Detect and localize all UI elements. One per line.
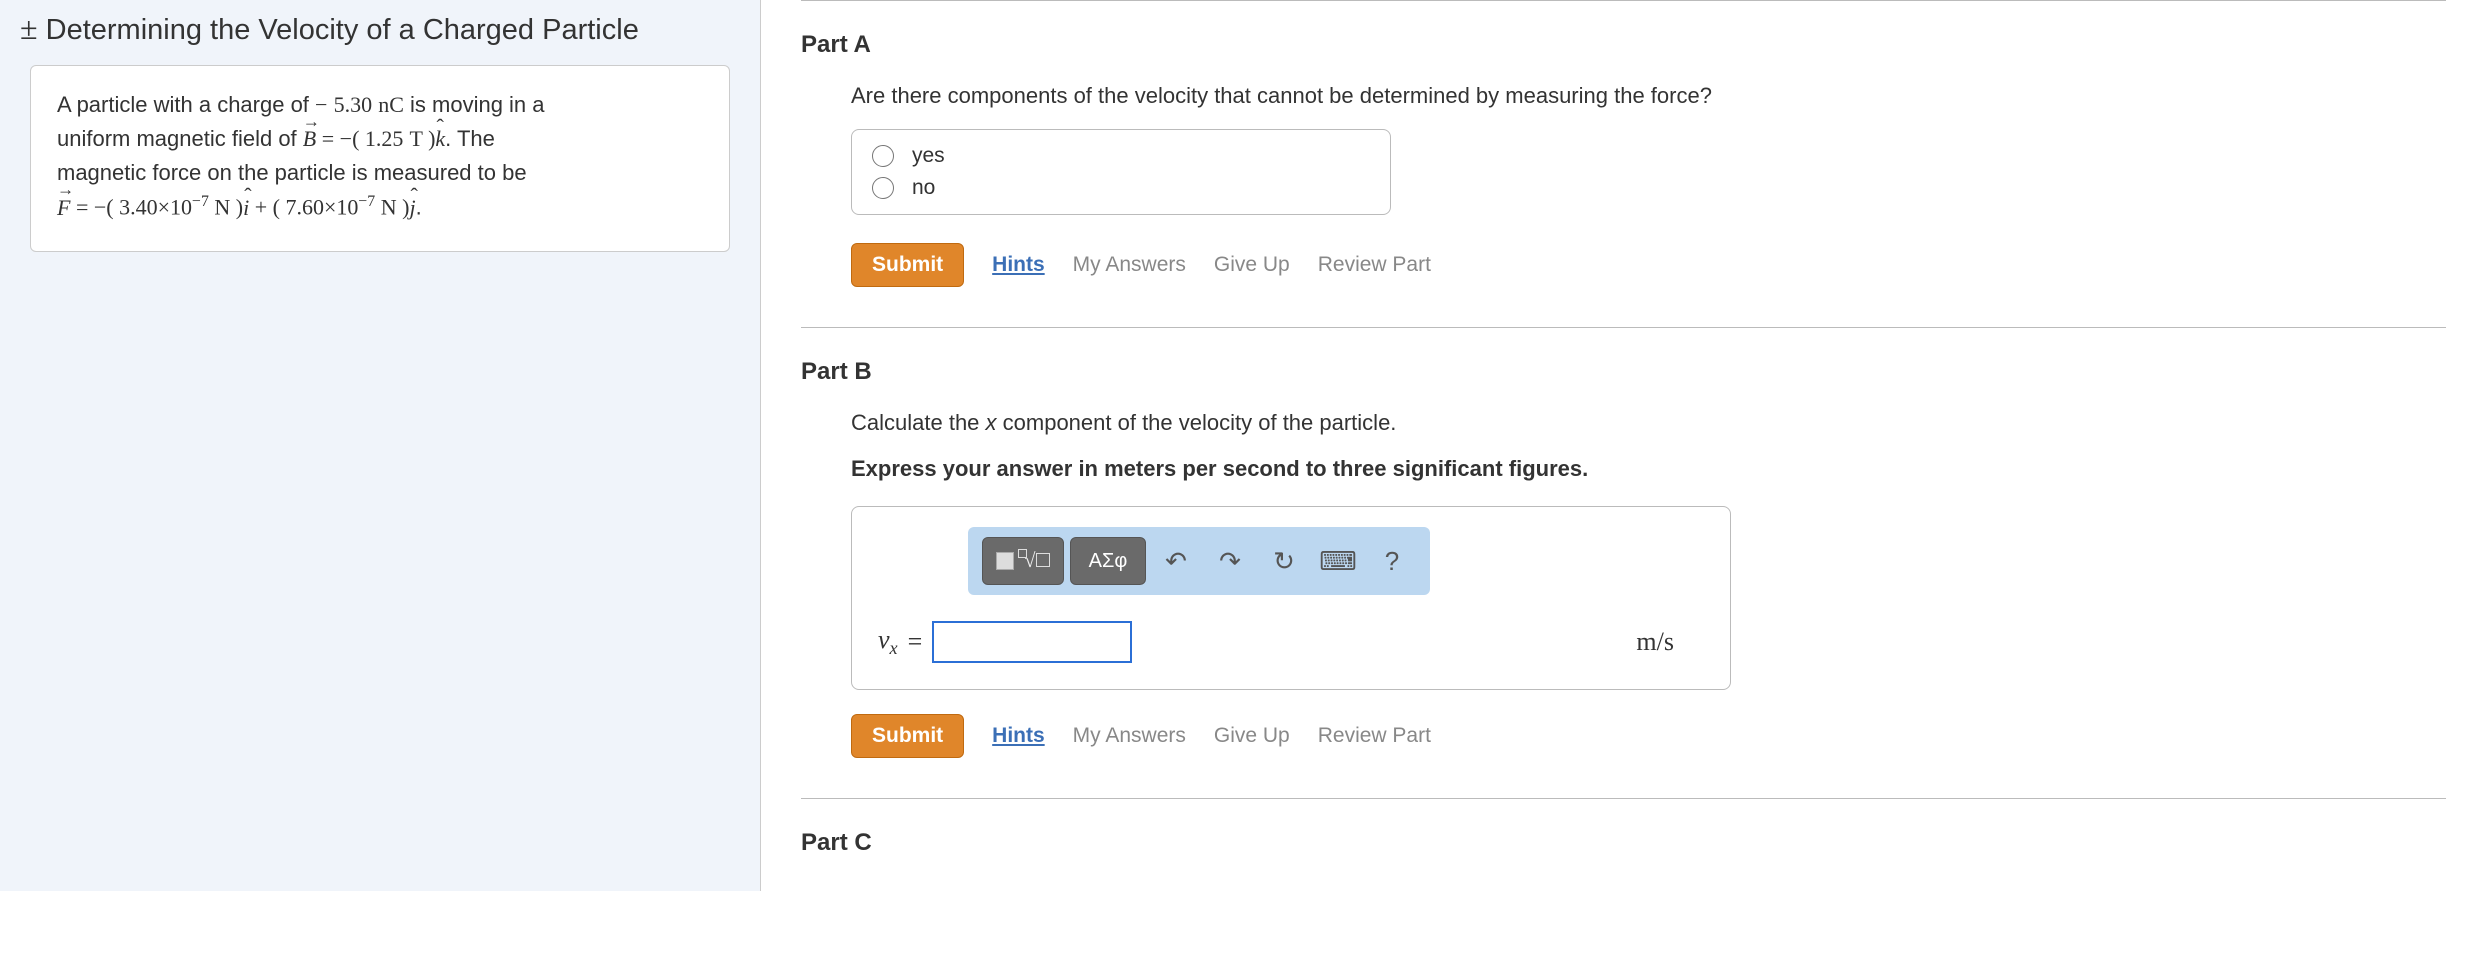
radio-yes[interactable] xyxy=(872,145,894,167)
equation-row: vx = m/s xyxy=(878,621,1704,663)
template-icon xyxy=(996,552,1014,570)
my-answers-link[interactable]: My Answers xyxy=(1073,724,1186,748)
choice-no[interactable]: no xyxy=(872,172,1370,204)
variable-label: vx xyxy=(878,625,898,659)
part-c-heading: Part C xyxy=(801,829,2446,857)
part-b-answer-box: √ ΑΣφ ↶ ↷ ↻ ⌨ ? vx = xyxy=(851,506,1731,690)
part-b-heading: Part B xyxy=(801,358,2446,386)
part-a-heading: Part A xyxy=(801,31,2446,59)
problem-sidebar: ± Determining the Velocity of a Charged … xyxy=(0,0,760,891)
keyboard-icon: ⌨ xyxy=(1319,546,1357,577)
choice-yes[interactable]: yes xyxy=(872,140,1370,172)
undo-button[interactable]: ↶ xyxy=(1152,537,1200,585)
hints-link[interactable]: Hints xyxy=(992,253,1045,277)
reset-icon: ↻ xyxy=(1273,546,1295,577)
part-c: Part C xyxy=(801,798,2446,891)
choice-yes-label: yes xyxy=(912,144,945,168)
part-a-choices: yes no xyxy=(851,129,1391,215)
part-a-prompt: Are there components of the velocity tha… xyxy=(851,83,2446,109)
answer-input[interactable] xyxy=(932,621,1132,663)
hints-link[interactable]: Hints xyxy=(992,724,1045,748)
reset-button[interactable]: ↻ xyxy=(1260,537,1308,585)
submit-button[interactable]: Submit xyxy=(851,243,964,287)
part-a: Part A Are there components of the veloc… xyxy=(801,0,2446,327)
give-up-link[interactable]: Give Up xyxy=(1214,724,1290,748)
equation-toolbar: √ ΑΣφ ↶ ↷ ↻ ⌨ ? xyxy=(968,527,1430,595)
part-b: Part B Calculate the x component of the … xyxy=(801,327,2446,798)
radio-no[interactable] xyxy=(872,177,894,199)
help-button[interactable]: ? xyxy=(1368,537,1416,585)
title-text: Determining the Velocity of a Charged Pa… xyxy=(46,14,639,46)
template-tool-button[interactable]: √ xyxy=(982,537,1064,585)
problem-title: ± Determining the Velocity of a Charged … xyxy=(0,0,760,65)
part-b-prompt: Calculate the x component of the velocit… xyxy=(851,410,2446,436)
answer-area: Part A Are there components of the veloc… xyxy=(760,0,2486,891)
part-b-subprompt: Express your answer in meters per second… xyxy=(851,456,2446,482)
review-part-link[interactable]: Review Part xyxy=(1318,253,1431,277)
give-up-link[interactable]: Give Up xyxy=(1214,253,1290,277)
problem-statement: A particle with a charge of − 5.30 nC is… xyxy=(30,65,730,252)
part-a-actions: Submit Hints My Answers Give Up Review P… xyxy=(851,243,2446,287)
part-b-actions: Submit Hints My Answers Give Up Review P… xyxy=(851,714,2446,758)
plus-minus-icon: ± xyxy=(20,10,38,46)
greek-symbols-button[interactable]: ΑΣφ xyxy=(1070,537,1146,585)
redo-button[interactable]: ↷ xyxy=(1206,537,1254,585)
submit-button[interactable]: Submit xyxy=(851,714,964,758)
redo-icon: ↷ xyxy=(1219,546,1241,577)
undo-icon: ↶ xyxy=(1165,546,1187,577)
units-label: m/s xyxy=(1636,627,1674,657)
my-answers-link[interactable]: My Answers xyxy=(1073,253,1186,277)
radical-icon: √ xyxy=(1018,550,1051,573)
keyboard-button[interactable]: ⌨ xyxy=(1314,537,1362,585)
choice-no-label: no xyxy=(912,176,935,200)
review-part-link[interactable]: Review Part xyxy=(1318,724,1431,748)
equals-sign: = xyxy=(908,627,923,657)
